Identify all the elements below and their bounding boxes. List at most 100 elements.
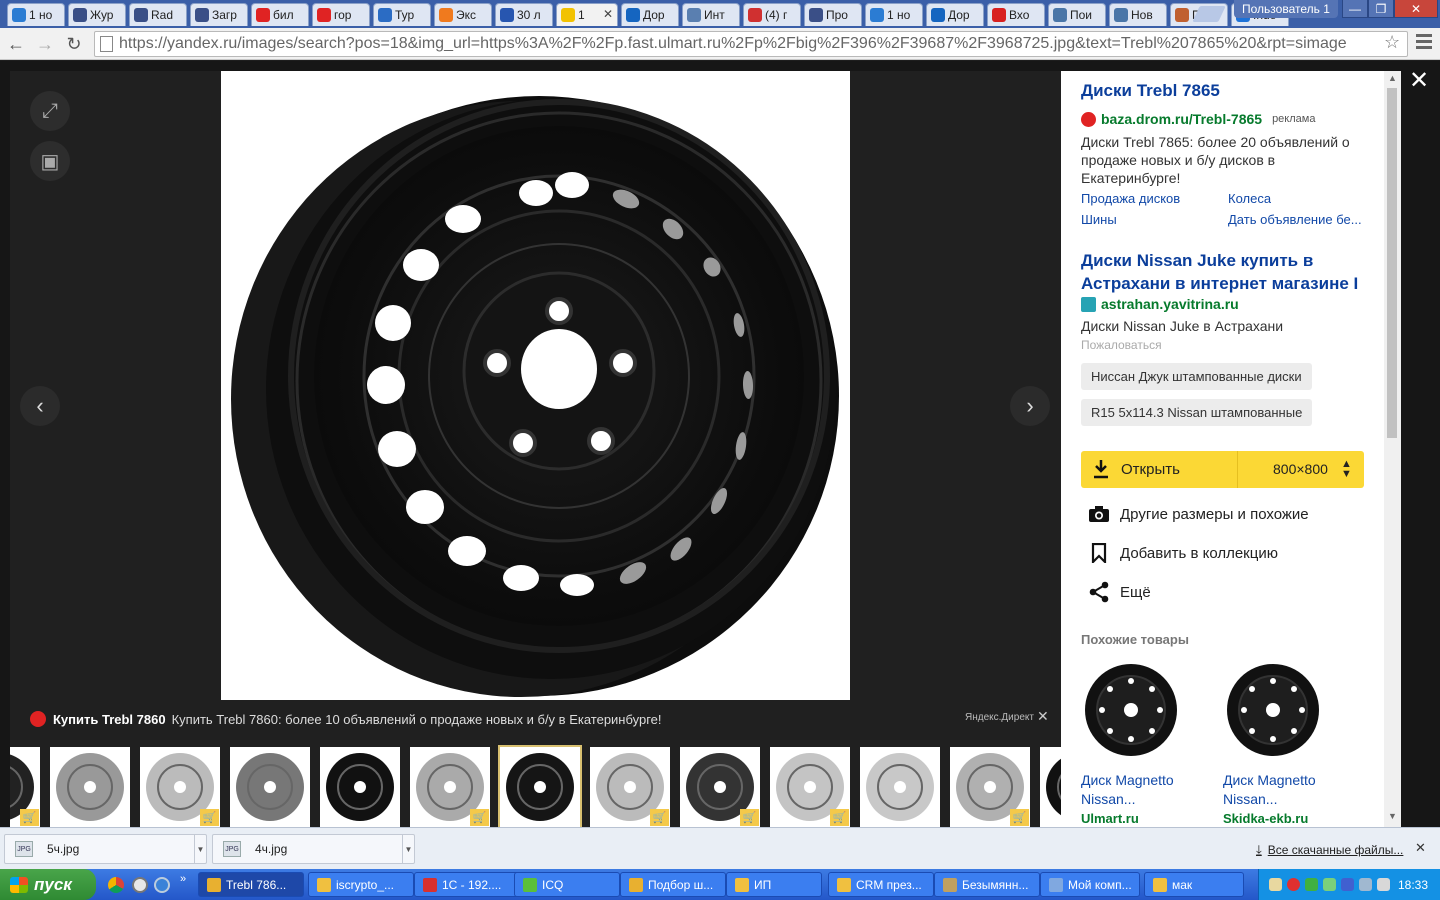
- scroll-down-icon[interactable]: ▼: [1388, 811, 1397, 821]
- forward-button[interactable]: →: [33, 32, 57, 56]
- browser-tab[interactable]: гор: [312, 3, 370, 26]
- taskbar-button[interactable]: Подбор ш...: [620, 872, 726, 897]
- taskbar-button[interactable]: Trebl 786...: [198, 872, 304, 897]
- complain-link[interactable]: Пожаловаться: [1081, 338, 1162, 352]
- browser-tab[interactable]: Загр: [190, 3, 248, 26]
- thumbnail-item[interactable]: [498, 745, 582, 827]
- tray-app-icon[interactable]: [1269, 878, 1282, 891]
- browser-tab[interactable]: Тур: [373, 3, 431, 26]
- fullscreen-icon[interactable]: ⤢: [30, 91, 70, 131]
- close-ad-icon[interactable]: ✕: [1037, 708, 1049, 725]
- tag-chip-0[interactable]: Ниссан Джук штампованные диски: [1081, 363, 1312, 390]
- browser-tab[interactable]: 1 ✕: [556, 3, 618, 26]
- more-action[interactable]: Ещё: [1087, 581, 1151, 603]
- thumbnail-item[interactable]: 🛒: [410, 747, 490, 827]
- browser-tab[interactable]: 1 но: [7, 3, 65, 26]
- thumbnail-item[interactable]: 🛒: [770, 747, 850, 827]
- ad1-link-3[interactable]: Дать объявление бе...: [1228, 212, 1363, 227]
- browser-tab[interactable]: 30 л: [495, 3, 553, 26]
- size-dropdown-icon[interactable]: ▲ ▼: [1341, 459, 1352, 480]
- menu-icon[interactable]: [1416, 34, 1432, 52]
- thumbnail-item[interactable]: 🛒: [140, 747, 220, 827]
- product-shop[interactable]: Ulmart.ru: [1081, 809, 1201, 827]
- tray-icq-icon[interactable]: [1323, 878, 1336, 891]
- yandex-direct-label[interactable]: Яндекс.Директ: [965, 712, 1034, 723]
- browser-tab[interactable]: Вхо: [987, 3, 1045, 26]
- ad1-url[interactable]: baza.drom.ru/Trebl-7865 реклама: [1081, 111, 1315, 127]
- show-all-downloads-link[interactable]: ⤓ Все скачанные файлы...: [1256, 842, 1403, 858]
- taskbar-button[interactable]: iscrypto_...: [308, 872, 414, 897]
- tray-network-icon[interactable]: [1305, 878, 1318, 891]
- chrome-quicklaunch-icon[interactable]: [108, 877, 124, 893]
- back-button[interactable]: ←: [4, 32, 28, 56]
- mail-quicklaunch-icon[interactable]: [132, 877, 148, 893]
- maximize-button[interactable]: ❐: [1368, 0, 1394, 18]
- browser-tab[interactable]: Инт: [682, 3, 740, 26]
- close-downloads-icon[interactable]: ✕: [1415, 840, 1426, 856]
- thumbnail-item[interactable]: 🛒: [950, 747, 1030, 827]
- open-image-button[interactable]: Открыть 800×800 ▲ ▼: [1081, 451, 1364, 488]
- thumbnail-item[interactable]: 🛒: [680, 747, 760, 827]
- start-button[interactable]: пуск: [0, 869, 96, 900]
- browser-tab[interactable]: Дор: [926, 3, 984, 26]
- ad1-link-1[interactable]: Колеса: [1228, 191, 1271, 206]
- browser-tab[interactable]: Пои: [1048, 3, 1106, 26]
- download-item-0[interactable]: JPG 5ч.jpg ▼: [4, 834, 207, 864]
- reload-button[interactable]: ↻: [62, 32, 86, 56]
- product-name[interactable]: Диск Magnetto Nissan...: [1081, 771, 1201, 809]
- previous-image-icon[interactable]: ‹: [20, 386, 60, 426]
- next-image-icon[interactable]: ›: [1010, 386, 1050, 426]
- ad2-title[interactable]: Диски Nissan Juke купить в Астрахани в и…: [1081, 249, 1381, 295]
- taskbar-button[interactable]: CRM през...: [828, 872, 934, 897]
- product-image[interactable]: [1223, 663, 1323, 763]
- minimize-button[interactable]: —: [1342, 0, 1368, 18]
- scroll-thumb[interactable]: [1387, 88, 1397, 438]
- ad-strip-title[interactable]: Купить Trebl 7860: [53, 712, 166, 727]
- bookmark-star-icon[interactable]: ☆: [1384, 32, 1400, 53]
- ad2-url[interactable]: astrahan.yavitrina.ru: [1081, 296, 1239, 312]
- thumbnail-item[interactable]: [50, 747, 130, 827]
- product-image[interactable]: [1081, 663, 1181, 763]
- browser-tab[interactable]: Дор: [621, 3, 679, 26]
- product-name[interactable]: Диск Magnetto Nissan...: [1223, 771, 1343, 809]
- crop-icon[interactable]: ▣: [30, 141, 70, 181]
- add-collection-action[interactable]: Добавить в коллекцию: [1087, 542, 1278, 564]
- tray-volume-icon[interactable]: [1359, 878, 1372, 891]
- ad1-link-2[interactable]: Шины: [1081, 212, 1117, 227]
- taskbar-button[interactable]: Мой комп...: [1040, 872, 1140, 897]
- ad-strip[interactable]: Купить Trebl 7860 Купить Trebl 7860: бол…: [20, 708, 1050, 730]
- download-item-1[interactable]: JPG 4ч.jpg ▼: [212, 834, 415, 864]
- browser-tab[interactable]: Rad: [129, 3, 187, 26]
- download-menu-icon[interactable]: ▼: [402, 835, 414, 863]
- browser-tab[interactable]: бил: [251, 3, 309, 26]
- ad1-url-text[interactable]: baza.drom.ru/Trebl-7865: [1101, 111, 1262, 127]
- ad2-url-text[interactable]: astrahan.yavitrina.ru: [1101, 296, 1239, 312]
- ad1-title[interactable]: Диски Trebl 7865: [1081, 81, 1220, 101]
- thumbnail-item[interactable]: 🛒: [10, 747, 40, 827]
- browser-tab[interactable]: (4) г: [743, 3, 801, 26]
- browser-tab[interactable]: Экс: [434, 3, 492, 26]
- close-viewer-icon[interactable]: ✕: [1409, 66, 1429, 95]
- download-menu-icon[interactable]: ▼: [194, 835, 206, 863]
- product-card-1[interactable]: Диск Magnetto Nissan... Skidka-ekb.ru: [1223, 663, 1343, 827]
- address-bar[interactable]: https://yandex.ru/images/search?pos=18&i…: [94, 31, 1408, 57]
- product-shop[interactable]: Skidka-ekb.ru: [1223, 809, 1343, 827]
- browser-tab[interactable]: Жур: [68, 3, 126, 26]
- browser-tab[interactable]: 1 но: [865, 3, 923, 26]
- thumbnail-item[interactable]: [320, 747, 400, 827]
- taskbar-button[interactable]: 1С - 192....: [414, 872, 520, 897]
- tray-settings-icon[interactable]: [1377, 878, 1390, 891]
- image-size-select[interactable]: 800×800: [1273, 461, 1328, 477]
- thumbnail-item[interactable]: [230, 747, 310, 827]
- product-card-0[interactable]: Диск Magnetto Nissan... Ulmart.ru: [1081, 663, 1201, 827]
- taskbar-button[interactable]: ICQ: [514, 872, 620, 897]
- profile-button[interactable]: Пользователь 1: [1234, 0, 1338, 18]
- ad1-link-0[interactable]: Продажа дисков: [1081, 191, 1180, 206]
- ie-quicklaunch-icon[interactable]: [154, 877, 170, 893]
- sidebar-scrollbar[interactable]: ▲ ▼: [1384, 71, 1401, 827]
- taskbar-button[interactable]: Безымянн...: [934, 872, 1040, 897]
- scroll-up-icon[interactable]: ▲: [1388, 73, 1397, 83]
- browser-tab[interactable]: Про: [804, 3, 862, 26]
- tray-util-icon[interactable]: [1341, 878, 1354, 891]
- other-sizes-action[interactable]: Другие размеры и похожие: [1087, 503, 1309, 525]
